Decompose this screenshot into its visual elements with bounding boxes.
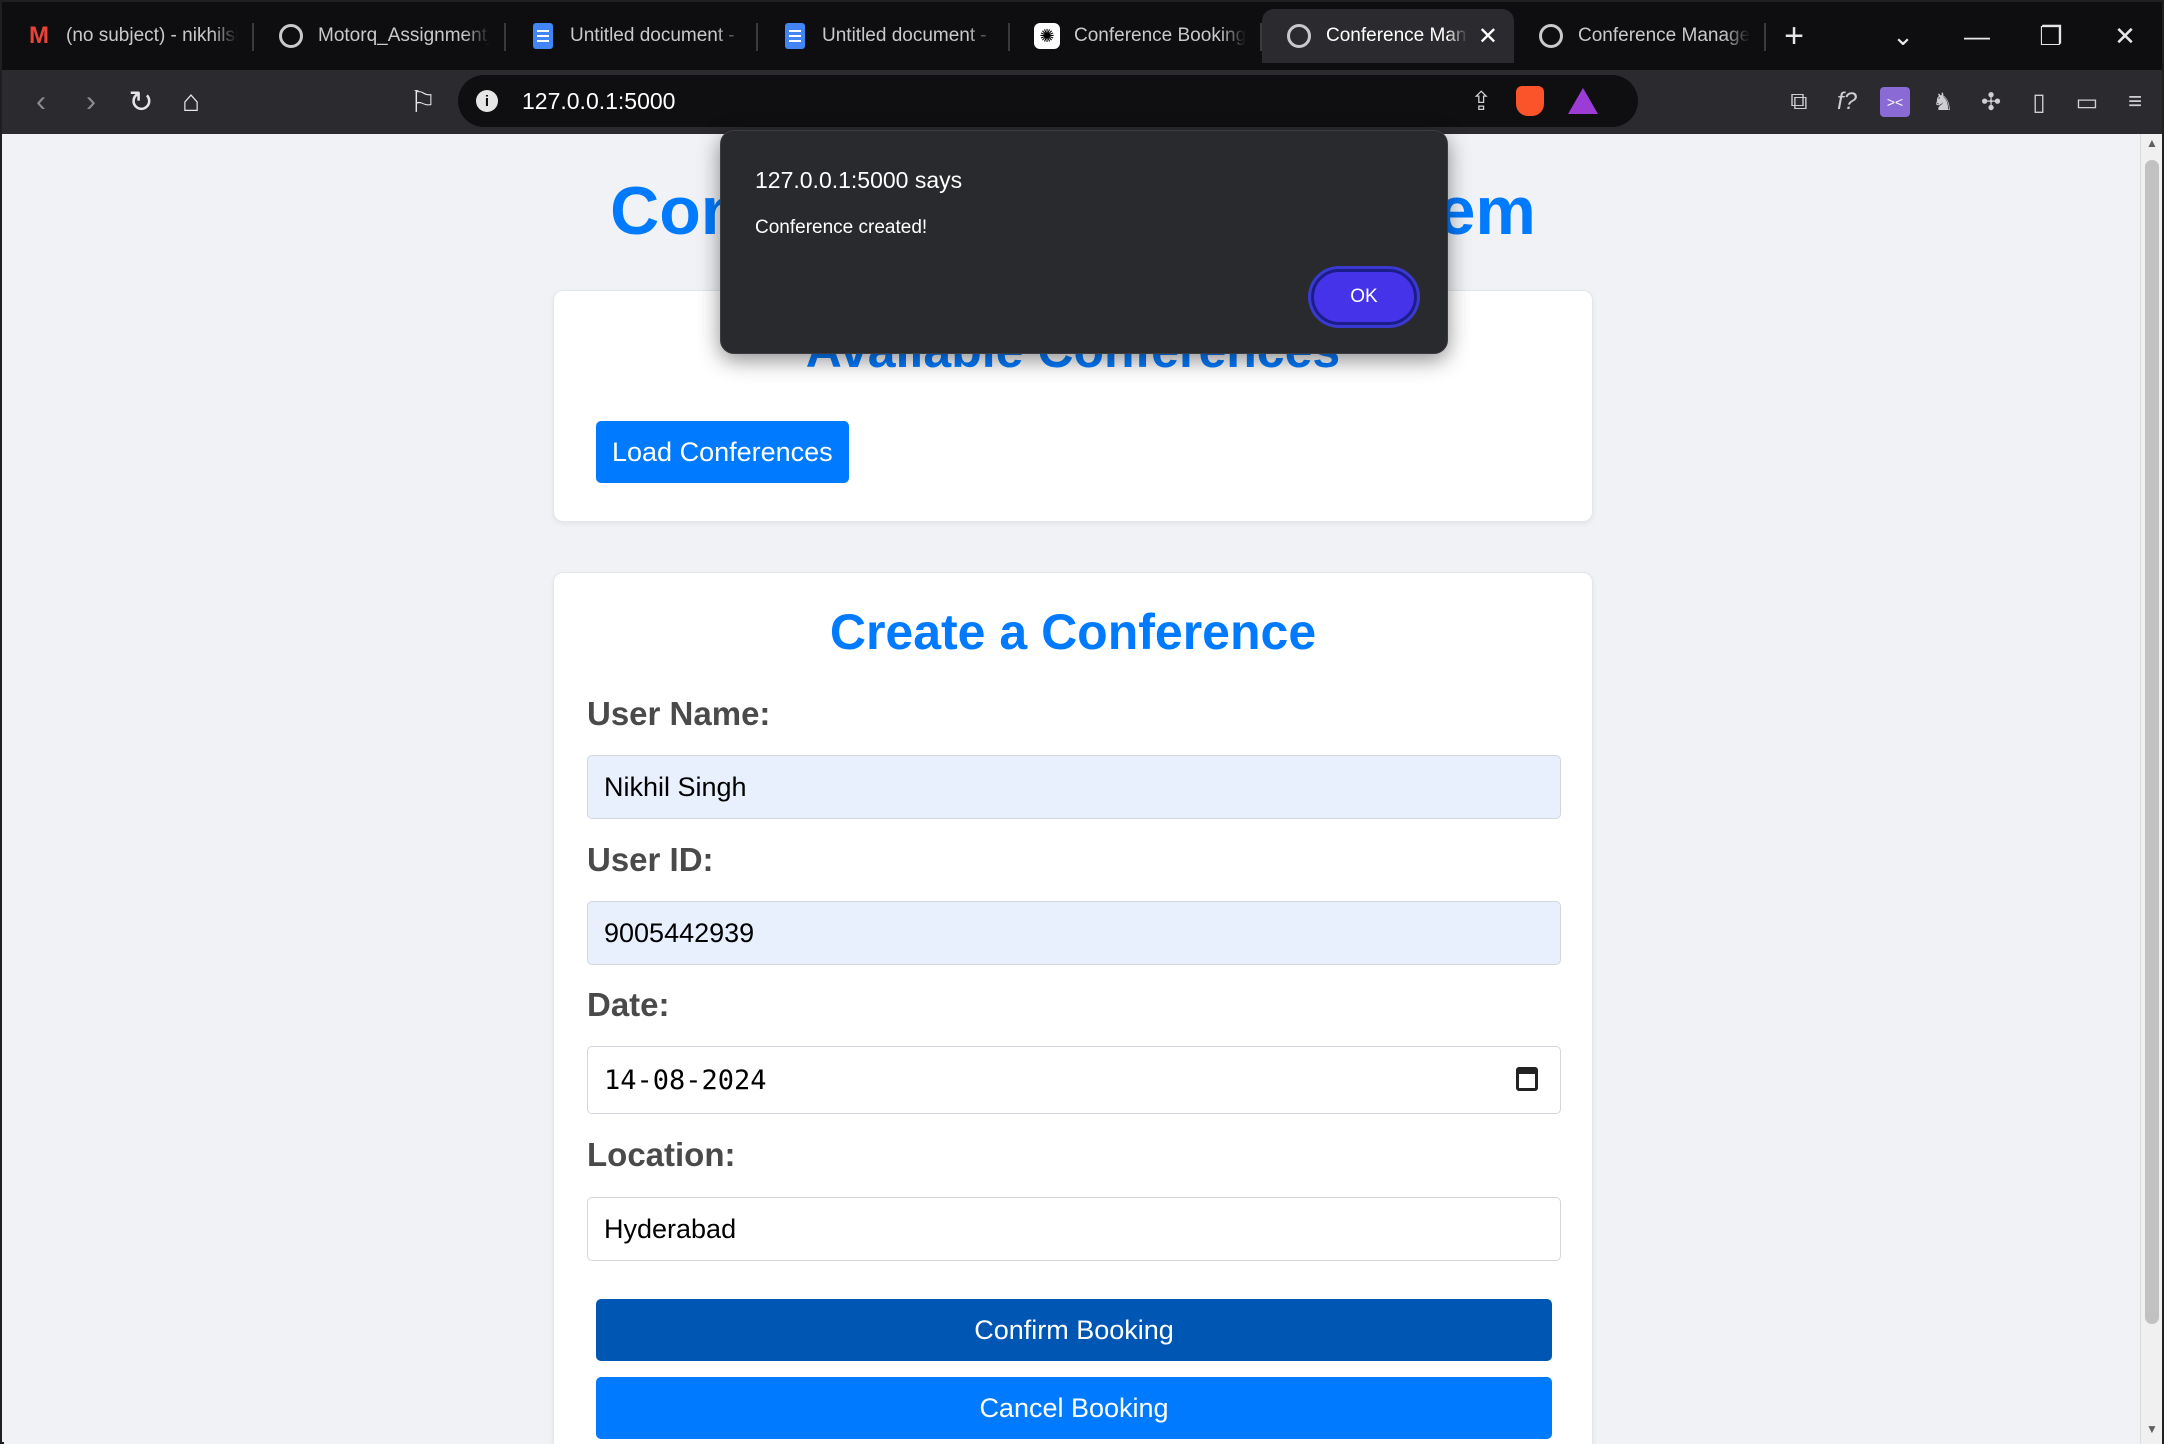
load-conferences-button[interactable]: Load Conferences [596,421,849,483]
confirm-booking-button[interactable]: Confirm Booking [596,1299,1552,1361]
brave-shields-icon[interactable] [1516,86,1544,116]
location-label: Location: [587,1136,736,1173]
globe-icon [279,24,303,48]
tab-title: Untitled document - G [570,25,742,46]
sidebar-icon[interactable]: ▯ [2024,87,2054,117]
create-conference-heading: Create a Conference [829,604,1317,660]
user-name-input[interactable]: Nikhil Singh [587,755,1561,819]
user-id-input[interactable]: 9005442939 [587,901,1561,965]
tab-docs-1[interactable]: Untitled document - G [506,9,758,63]
url-text[interactable]: 127.0.0.1:5000 [522,88,675,115]
globe-icon [1539,24,1563,48]
extension-copy-icon[interactable]: ⧉ [1784,87,1814,117]
browser-window: M (no subject) - nikhilsin Motorq_Assign… [0,0,2164,1444]
alert-dialog: 127.0.0.1:5000 says Conference created! … [720,130,1448,354]
restore-icon[interactable]: ❐ [2014,2,2088,70]
tab-strip: M (no subject) - nikhilsin Motorq_Assign… [2,2,2162,70]
wallet-icon[interactable]: ▭ [2072,87,2102,117]
extensions-puzzle-icon[interactable]: ✣ [1976,87,2006,117]
tab-title: (no subject) - nikhilsin [66,25,238,46]
tab-docs-2[interactable]: Untitled document - G [758,9,1010,63]
date-value: 14-08-2024 [604,1064,767,1096]
dialog-title: 127.0.0.1:5000 says [755,167,963,193]
address-bar[interactable]: i 127.0.0.1:5000 ⇪ [458,75,1638,127]
bookmark-icon[interactable]: ⚐ [398,77,448,127]
date-input[interactable]: 14-08-2024 [587,1046,1561,1114]
location-input[interactable]: Hyderabad [587,1197,1561,1261]
scroll-thumb[interactable] [2145,160,2159,1324]
reload-icon[interactable]: ↻ [116,77,166,127]
page-scrollbar[interactable]: ▲ ▼ [2140,134,2162,1444]
tab-chatgpt[interactable]: ✺ Conference Booking A [1010,9,1262,63]
tab-gmail[interactable]: M (no subject) - nikhilsin [2,9,254,63]
date-label: Date: [587,986,670,1023]
scroll-down-icon[interactable]: ▼ [2141,1422,2163,1442]
dialog-message: Conference created! [755,217,928,238]
tab-motorq[interactable]: Motorq_Assignment_F [254,9,506,63]
minimize-icon[interactable]: — [1940,2,2014,70]
tab-title: Conference Booking A [1074,25,1246,46]
tab-conference-2[interactable]: Conference Managem [1514,9,1766,63]
home-icon[interactable]: ⌂ [166,77,216,127]
calendar-icon[interactable] [1516,1067,1538,1091]
chatgpt-icon: ✺ [1034,23,1060,49]
brave-rewards-icon[interactable] [1568,88,1598,114]
forward-icon[interactable]: › [66,77,116,127]
tab-title: Motorq_Assignment_F [318,25,490,46]
close-tab-icon[interactable]: ✕ [1478,22,1498,51]
gmail-icon: M [29,22,49,49]
create-conference-card: Create a Conference User Name: Nikhil Si… [553,572,1593,1444]
extension-chess-icon[interactable]: ♞ [1928,87,1958,117]
docs-icon [785,23,805,49]
scroll-up-icon[interactable]: ▲ [2141,136,2163,156]
extension-purple-icon[interactable]: >< [1880,87,1910,117]
tab-search-chevron-icon[interactable]: ⌄ [1866,2,1940,70]
tab-conference-active[interactable]: Conference Man ✕ [1262,9,1514,63]
tab-title: Untitled document - G [822,25,994,46]
menu-icon[interactable]: ≡ [2120,87,2150,117]
new-tab-button[interactable]: + [1766,9,1822,63]
tab-title: Conference Man [1326,25,1467,46]
tab-title: Conference Managem [1578,25,1750,46]
back-icon[interactable]: ‹ [16,77,66,127]
cancel-booking-button[interactable]: Cancel Booking [596,1377,1552,1439]
dialog-ok-button[interactable]: OK [1311,269,1417,325]
user-name-label: User Name: [587,695,771,732]
globe-icon [1287,24,1311,48]
extension-formula-icon[interactable]: f? [1832,87,1862,117]
docs-icon [533,23,553,49]
share-icon[interactable]: ⇪ [1470,86,1492,117]
close-window-icon[interactable]: ✕ [2088,2,2162,70]
browser-toolbar: ‹ › ↻ ⌂ ⚐ i 127.0.0.1:5000 ⇪ ⧉ f? >< ♞ ✣… [2,70,2162,134]
site-info-icon[interactable]: i [476,90,498,112]
user-id-label: User ID: [587,841,714,878]
